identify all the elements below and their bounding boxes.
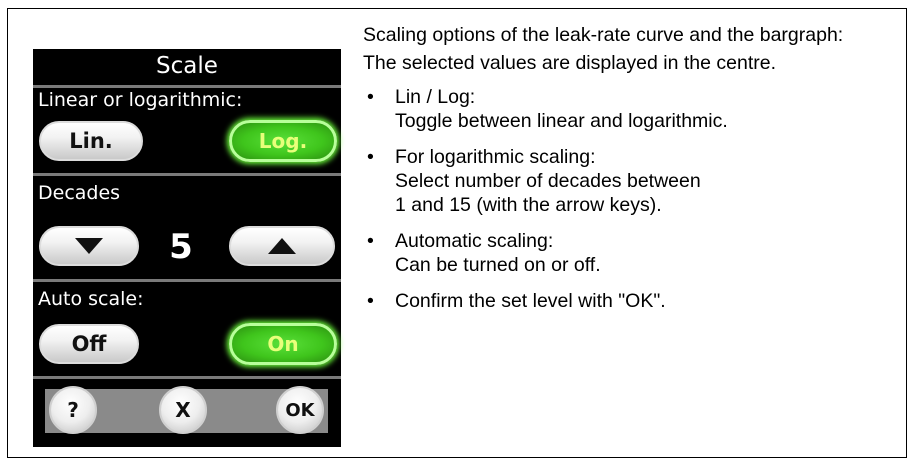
increase-decades-button[interactable] <box>229 226 335 266</box>
ok-button[interactable]: OK <box>276 386 324 434</box>
bullet-line: Confirm the set level with "OK". <box>395 290 666 312</box>
list-item: • For logarithmic scaling: Select number… <box>363 145 908 217</box>
list-item: • Automatic scaling: Can be turned on or… <box>363 229 908 277</box>
divider <box>33 173 341 176</box>
log-button[interactable]: Log. <box>229 120 337 162</box>
decades-value: 5 <box>169 227 193 267</box>
bullet-line: For logarithmic scaling: <box>395 146 596 168</box>
decades-label: Decades <box>38 182 121 204</box>
divider <box>33 85 341 88</box>
lin-button[interactable]: Lin. <box>39 121 143 161</box>
bullet-icon: • <box>367 146 374 168</box>
triangle-up-icon <box>268 238 296 254</box>
linear-log-label: Linear or logarithmic: <box>38 89 243 111</box>
intro-text-2: The selected values are displayed in the… <box>363 52 776 74</box>
figure-frame: Scale Linear or logarithmic: Lin. Log. D… <box>7 8 907 458</box>
list-item: • Confirm the set level with "OK". <box>363 289 908 313</box>
screen-title: Scale <box>156 53 218 79</box>
bullet-line: 1 and 15 (with the arrow keys). <box>395 194 662 216</box>
divider <box>33 279 341 282</box>
bullet-icon: • <box>367 290 374 312</box>
autoscale-label: Auto scale: <box>38 288 144 310</box>
bullet-icon: • <box>367 86 374 108</box>
bullet-icon: • <box>367 230 374 252</box>
list-item: • Lin / Log: Toggle between linear and l… <box>363 85 908 133</box>
bullet-line: Select number of decades between <box>395 170 701 192</box>
bullet-line: Can be turned on or off. <box>395 254 601 276</box>
help-button[interactable]: ? <box>49 386 97 434</box>
autoscale-off-button[interactable]: Off <box>39 324 139 364</box>
bullet-line: Lin / Log: <box>395 86 476 108</box>
bullet-line: Automatic scaling: <box>395 230 554 252</box>
device-screen: Scale Linear or logarithmic: Lin. Log. D… <box>33 49 341 447</box>
triangle-down-icon <box>75 238 103 254</box>
description: Scaling options of the leak-rate curve a… <box>363 23 908 325</box>
decrease-decades-button[interactable] <box>39 226 139 266</box>
bullet-list: • Lin / Log: Toggle between linear and l… <box>363 85 908 313</box>
divider <box>33 376 341 379</box>
autoscale-on-button[interactable]: On <box>229 323 337 365</box>
bullet-line: Toggle between linear and logarithmic. <box>395 110 728 132</box>
intro-text-1: Scaling options of the leak-rate curve a… <box>363 24 844 46</box>
cancel-button[interactable]: X <box>159 386 207 434</box>
